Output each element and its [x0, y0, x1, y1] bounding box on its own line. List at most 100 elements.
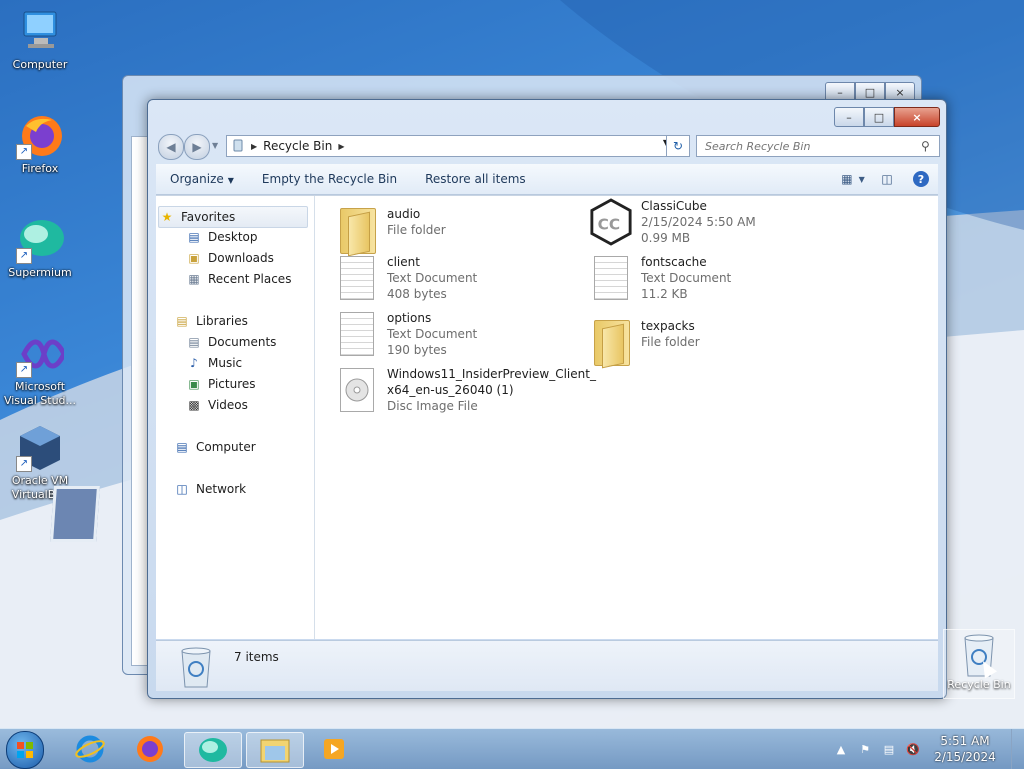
- breadcrumb-chevron-icon[interactable]: ▶: [338, 142, 344, 151]
- network-icon[interactable]: ▤: [880, 740, 898, 758]
- svg-text:CC: CC: [598, 216, 620, 234]
- file-item[interactable]: options Text Document 190 bytes: [335, 310, 595, 362]
- desktop-icon-label: Recycle Bin: [947, 678, 1011, 691]
- explorer-content: ★ Favorites ▤ Desktop ▣ Downloads ▦ Rece…: [156, 195, 938, 639]
- start-button[interactable]: [6, 731, 44, 769]
- breadcrumb-recycle-bin[interactable]: Recycle Bin: [263, 139, 332, 153]
- desktop-icon-visual-studio[interactable]: ↗ Microsoft Visual Stud...: [0, 330, 80, 408]
- firefox-icon: [137, 736, 163, 762]
- clock[interactable]: 5:51 AM 2/15/2024: [925, 733, 1005, 765]
- nav-favorites[interactable]: ★ Favorites: [158, 206, 308, 228]
- minimize-button[interactable]: –: [834, 107, 864, 127]
- shortcut-arrow-icon: ↗: [16, 362, 32, 378]
- taskbar-windows-explorer[interactable]: [246, 732, 304, 768]
- recent-pages-chevron-icon[interactable]: ▼: [212, 141, 218, 150]
- recycle-bin-icon: [178, 645, 214, 692]
- close-button[interactable]: ×: [894, 107, 940, 127]
- volume-muted-icon[interactable]: 🔇: [904, 740, 922, 758]
- libraries-icon: ▤: [176, 314, 188, 328]
- nav-recent-places[interactable]: ▦ Recent Places: [186, 269, 291, 289]
- shortcut-arrow-icon: ↗: [16, 248, 32, 264]
- desktop-icon-supermium[interactable]: ↗ Supermium: [0, 216, 80, 280]
- classicube-icon: CC: [589, 198, 633, 246]
- file-type: File folder: [387, 223, 446, 237]
- file-type: Text Document: [387, 271, 478, 285]
- nav-label: Music: [208, 356, 243, 370]
- search-input[interactable]: [697, 138, 917, 154]
- action-center-flag-icon[interactable]: ⚑: [856, 740, 874, 758]
- help-button[interactable]: ?: [910, 169, 932, 189]
- preview-pane-icon[interactable]: ◫: [876, 169, 898, 189]
- file-name: audio: [387, 207, 421, 221]
- restore-all-items-button[interactable]: Restore all items: [411, 172, 540, 186]
- supermium-icon: [199, 738, 227, 762]
- firefox-icon: ↗: [16, 112, 64, 160]
- refresh-icon[interactable]: ↻: [666, 135, 690, 157]
- back-button[interactable]: ◀: [158, 134, 184, 160]
- nav-desktop[interactable]: ▤ Desktop: [186, 227, 257, 247]
- show-desktop-button[interactable]: [1011, 729, 1024, 769]
- address-bar[interactable]: ▶ Recycle Bin ▶ ▼: [226, 135, 686, 157]
- nav-libraries[interactable]: ▤ Libraries: [174, 311, 248, 331]
- downloads-folder-icon: ▣: [188, 251, 200, 265]
- taskbar-internet-explorer[interactable]: [62, 732, 118, 766]
- desktop-icon: ▤: [188, 230, 200, 244]
- file-type: File folder: [641, 335, 700, 349]
- file-item[interactable]: client Text Document 408 bytes: [335, 254, 595, 306]
- nav-label: Computer: [196, 440, 256, 454]
- file-name: options: [387, 311, 432, 325]
- search-box[interactable]: ⚲: [696, 135, 940, 157]
- notification-area: ▲ ⚑ ▤ 🔇 5:51 AM 2/15/2024: [829, 729, 1024, 769]
- taskbar-media-player[interactable]: [306, 732, 362, 766]
- file-type: Text Document: [641, 271, 732, 285]
- recycle-bin-window[interactable]: – □ × ◀ ▶ ▼ ▶ Recycle Bin ▶ ▼ ↻ ⚲ Organi…: [147, 99, 947, 699]
- breadcrumb-chevron-icon[interactable]: ▶: [251, 142, 257, 151]
- file-name: client: [387, 255, 420, 269]
- shortcut-arrow-icon: ↗: [16, 456, 32, 472]
- show-hidden-icons-icon[interactable]: ▲: [832, 740, 850, 758]
- file-item[interactable]: fontscache Text Document 11.2 KB: [589, 254, 849, 306]
- file-item[interactable]: audio File folder: [335, 206, 595, 258]
- taskbar-firefox[interactable]: [122, 732, 178, 766]
- caption-buttons: – □ ×: [834, 107, 940, 127]
- nav-label: Recent Places: [208, 272, 292, 286]
- change-view-icon[interactable]: ▦ ▼: [841, 169, 865, 189]
- taskbar-supermium[interactable]: [184, 732, 242, 768]
- file-size: 408 bytes: [387, 287, 447, 301]
- windows-explorer-icon: [260, 739, 290, 763]
- command-bar: Organize ▼ Empty the Recycle Bin Restore …: [156, 164, 938, 195]
- nav-documents[interactable]: ▤ Documents: [186, 332, 276, 352]
- nav-music[interactable]: ♪ Music: [186, 353, 242, 373]
- empty-recycle-bin-button[interactable]: Empty the Recycle Bin: [248, 172, 411, 186]
- folder-icon: [594, 320, 630, 369]
- nav-downloads[interactable]: ▣ Downloads: [186, 248, 274, 268]
- computer-icon: ▤: [176, 440, 188, 454]
- internet-explorer-icon: [75, 735, 105, 763]
- maximize-button[interactable]: □: [864, 107, 894, 127]
- organize-button[interactable]: Organize ▼: [156, 172, 248, 186]
- nav-computer[interactable]: ▤ Computer: [174, 437, 256, 457]
- file-item[interactable]: texpacks File folder: [589, 318, 849, 370]
- visual-studio-icon: ↗: [16, 330, 67, 378]
- file-name: Windows11_InsiderPreview_Client_: [387, 367, 596, 381]
- item-count: 7 items: [234, 650, 279, 664]
- nav-label: Libraries: [196, 314, 248, 328]
- file-item[interactable]: CC ClassiCube 2/15/2024 5:50 AM 0.99 MB: [589, 198, 849, 250]
- shortcut-arrow-icon: ↗: [16, 144, 32, 160]
- desktop-icon-label: Microsoft Visual Stud...: [3, 380, 77, 407]
- nav-pictures[interactable]: ▣ Pictures: [186, 374, 256, 394]
- search-icon[interactable]: ⚲: [921, 139, 930, 153]
- network-icon: ◫: [176, 482, 188, 496]
- forward-button[interactable]: ▶: [184, 134, 210, 160]
- desktop-icon-computer[interactable]: Computer: [0, 8, 80, 72]
- file-size: 190 bytes: [387, 343, 447, 357]
- desktop-icon-firefox[interactable]: ↗ Firefox: [0, 112, 80, 176]
- documents-icon: ▤: [188, 335, 200, 349]
- nav-network[interactable]: ◫ Network: [174, 479, 246, 499]
- file-item[interactable]: Windows11_InsiderPreview_Client_ x64_en-…: [335, 366, 635, 426]
- music-icon: ♪: [190, 356, 198, 370]
- nav-label: Pictures: [208, 377, 256, 391]
- nav-videos[interactable]: ▩ Videos: [186, 395, 248, 415]
- desktop-window-artifact: [50, 486, 100, 542]
- text-document-icon: [340, 312, 374, 356]
